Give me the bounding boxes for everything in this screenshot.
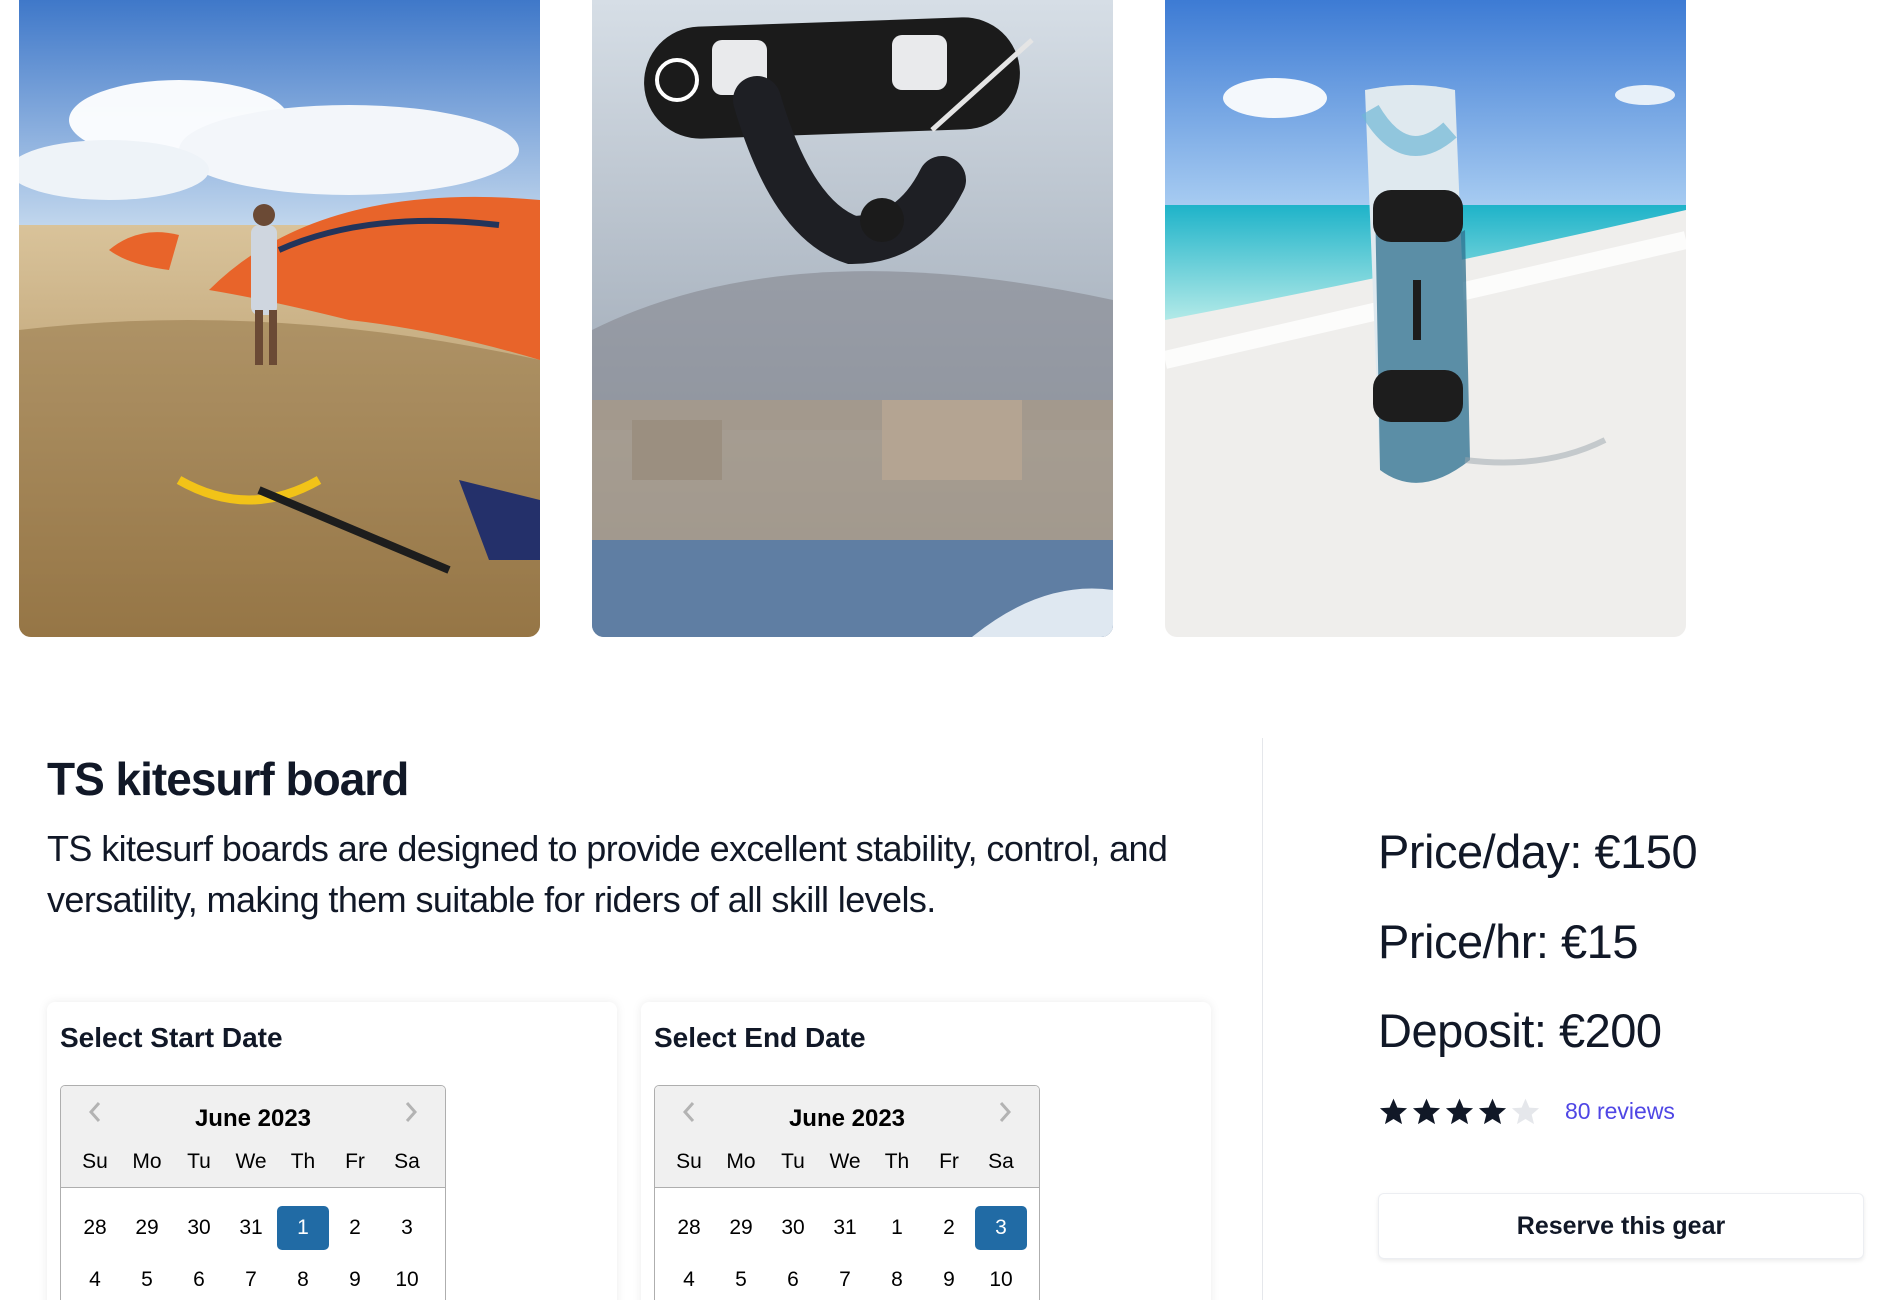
start-date-card: Select Start Date June 2023 Su Mo Tu We … <box>47 1002 617 1300</box>
calendar-day[interactable]: 31 <box>225 1206 277 1250</box>
gallery-photo-1[interactable] <box>19 0 540 637</box>
weekday-label: Fr <box>345 1150 365 1173</box>
weekday-label: Su <box>676 1150 702 1173</box>
end-date-heading: Select End Date <box>654 1022 866 1053</box>
calendar-week: 4 5 6 7 8 9 10 <box>663 1254 1031 1300</box>
calendar-day[interactable]: 7 <box>819 1258 871 1300</box>
calendar-day[interactable]: 9 <box>329 1258 381 1300</box>
calendar-day[interactable]: 3 <box>381 1206 433 1250</box>
calendar-day[interactable]: 30 <box>173 1206 225 1250</box>
calendar-week: 28 29 30 31 1 2 3 <box>69 1202 437 1254</box>
calendar-day-selected[interactable]: 1 <box>277 1206 329 1250</box>
weekday-row: Su Mo Tu We Th Fr Sa <box>663 1150 1031 1174</box>
start-date-heading: Select Start Date <box>60 1022 283 1053</box>
gallery-photo-2[interactable] <box>592 0 1113 637</box>
star-filled-icon <box>1412 1098 1441 1125</box>
star-filled-icon <box>1379 1098 1408 1125</box>
calendar-day[interactable]: 5 <box>715 1258 767 1300</box>
calendar-day[interactable]: 8 <box>871 1258 923 1300</box>
weekday-label: Fr <box>939 1150 959 1173</box>
start-date-calendar: June 2023 Su Mo Tu We Th Fr Sa 28 29 30 … <box>60 1085 446 1300</box>
chevron-right-icon <box>405 1102 418 1122</box>
calendar-day[interactable]: 2 <box>329 1206 381 1250</box>
calendar-day[interactable]: 9 <box>923 1258 975 1300</box>
calendar-month-label: June 2023 <box>194 1105 312 1132</box>
calendar-day[interactable]: 5 <box>121 1258 173 1300</box>
calendar-day[interactable]: 10 <box>975 1258 1027 1300</box>
weekday-label: We <box>235 1150 267 1173</box>
section-divider <box>1262 738 1263 1300</box>
next-month-button[interactable] <box>987 1094 1023 1130</box>
calendar-header: June 2023 Su Mo Tu We Th Fr Sa <box>655 1086 1039 1188</box>
weekday-label: Su <box>82 1150 108 1173</box>
end-date-card: Select End Date June 2023 Su Mo Tu We Th… <box>641 1002 1211 1300</box>
weekday-label: Th <box>290 1150 316 1173</box>
weekday-label: Sa <box>988 1150 1014 1173</box>
star-rating <box>1378 1096 1541 1127</box>
weekday-label: Tu <box>781 1150 805 1173</box>
product-rating: 80 reviews <box>1378 1096 1675 1127</box>
calendar-days: 28 29 30 31 1 2 3 4 5 6 7 8 9 10 <box>655 1188 1039 1300</box>
star-empty-icon <box>1511 1098 1540 1125</box>
price-per-hour: Price/hr: €15 <box>1378 915 1638 968</box>
star-filled-icon <box>1478 1098 1507 1125</box>
calendar-day[interactable]: 28 <box>663 1206 715 1250</box>
next-month-button[interactable] <box>393 1094 429 1130</box>
calendar-day[interactable]: 28 <box>69 1206 121 1250</box>
photo-kitesurfer-on-beach-icon <box>19 0 540 637</box>
photo-board-on-beach-icon <box>1165 0 1686 637</box>
calendar-day[interactable]: 6 <box>173 1258 225 1300</box>
product-description: TS kitesurf boards are designed to provi… <box>47 828 1168 920</box>
star-filled-icon <box>1445 1098 1474 1125</box>
calendar-day[interactable]: 29 <box>121 1206 173 1250</box>
calendar-day[interactable]: 2 <box>923 1206 975 1250</box>
weekday-label: Sa <box>394 1150 420 1173</box>
reserve-gear-button[interactable]: Reserve this gear <box>1378 1193 1864 1259</box>
calendar-day[interactable]: 1 <box>871 1206 923 1250</box>
weekday-label: Th <box>884 1150 910 1173</box>
calendar-month-label: June 2023 <box>788 1105 906 1132</box>
calendar-day[interactable]: 4 <box>69 1258 121 1300</box>
weekday-label: Mo <box>132 1150 162 1173</box>
calendar-day[interactable]: 8 <box>277 1258 329 1300</box>
calendar-day[interactable]: 7 <box>225 1258 277 1300</box>
end-date-calendar: June 2023 Su Mo Tu We Th Fr Sa 28 29 30 … <box>654 1085 1040 1300</box>
price-per-day: Price/day: €150 <box>1378 825 1698 878</box>
weekday-label: We <box>829 1150 861 1173</box>
weekday-label: Tu <box>187 1150 211 1173</box>
weekday-label: Mo <box>726 1150 756 1173</box>
gallery-photo-3[interactable] <box>1165 0 1686 637</box>
calendar-day[interactable]: 30 <box>767 1206 819 1250</box>
deposit-amount: Deposit: €200 <box>1378 1004 1662 1057</box>
chevron-right-icon <box>999 1102 1012 1122</box>
calendar-day[interactable]: 4 <box>663 1258 715 1300</box>
calendar-week: 28 29 30 31 1 2 3 <box>663 1202 1031 1254</box>
calendar-day[interactable]: 6 <box>767 1258 819 1300</box>
calendar-day[interactable]: 10 <box>381 1258 433 1300</box>
calendar-days: 28 29 30 31 1 2 3 4 5 6 7 8 9 10 <box>61 1188 445 1300</box>
weekday-row: Su Mo Tu We Th Fr Sa <box>69 1150 437 1174</box>
product-title: TS kitesurf board <box>47 753 409 805</box>
calendar-day[interactable]: 31 <box>819 1206 871 1250</box>
photo-kitesurfer-jumping-icon <box>592 0 1113 637</box>
calendar-week: 4 5 6 7 8 9 10 <box>69 1254 437 1300</box>
reviews-link[interactable]: 80 reviews <box>1565 1098 1675 1125</box>
calendar-day-selected[interactable]: 3 <box>975 1206 1027 1250</box>
calendar-day[interactable]: 29 <box>715 1206 767 1250</box>
calendar-header: June 2023 Su Mo Tu We Th Fr Sa <box>61 1086 445 1188</box>
